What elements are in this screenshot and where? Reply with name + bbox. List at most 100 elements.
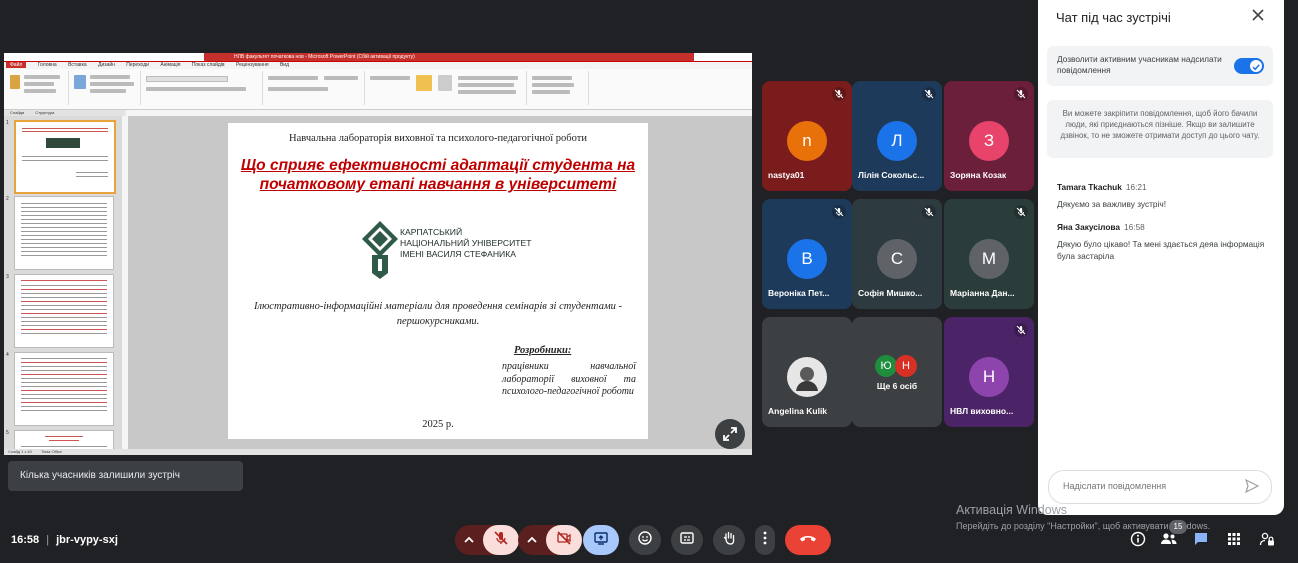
ppt-status-theme: Тема Office (40, 449, 62, 454)
university-name: КАРПАТСЬКИЙ НАЦІОНАЛЬНИЙ УНІВЕРСИТЕТ ІМЕ… (400, 227, 532, 260)
message-text: Дякуємо за важливу зустріч! (1057, 199, 1166, 209)
mic-off-icon (1014, 87, 1028, 101)
ppt-status-slide: Слайд 1 з 40 (8, 449, 32, 454)
avatar: Л (877, 121, 917, 161)
emoji-icon (637, 530, 653, 551)
university-name-line: КАРПАТСЬКИЙ (400, 227, 463, 237)
chat-message-input[interactable] (1061, 480, 1245, 492)
avatar: Ю (875, 355, 897, 377)
ppt-menu-bar: Файл Головна Вставка Дизайн Переходи Ані… (4, 62, 752, 69)
participant-tile[interactable]: М Маріанна Дан... (944, 199, 1034, 309)
ppt-menu-file: Файл (6, 62, 27, 68)
university-logo (360, 219, 400, 281)
participant-name: nastya01 (768, 170, 805, 180)
lock-person-icon (1259, 531, 1275, 552)
participant-tile[interactable]: n nastya01 (762, 81, 852, 191)
avatar (787, 357, 827, 397)
meeting-code: jbr-vypy-sxj (56, 534, 118, 546)
chevron-up-icon[interactable] (524, 532, 540, 548)
university-name-line: ІМЕНІ ВАСИЛЯ СТЕФАНИКА (400, 249, 516, 259)
present-screen-button[interactable] (583, 525, 619, 555)
ppt-menu-item: Анімація (160, 62, 181, 68)
participant-tile[interactable]: Angelina Kulik (762, 317, 852, 427)
more-vert-icon (763, 531, 767, 550)
ppt-slide-thumbnails: 1 2 3 4 5 (4, 116, 122, 454)
meeting-details-button[interactable] (1126, 529, 1150, 553)
participant-name: Angelina Kulik (768, 406, 828, 416)
chat-message: Яна Закусілова 16:58 Дякую було цікаво! Т… (1057, 222, 1267, 262)
mic-off-button[interactable] (483, 525, 519, 555)
windows-activation-title: Активація Windows (956, 503, 1067, 517)
slide-lab-name: Навчальна лабораторія виховної та психол… (289, 133, 587, 144)
present-screen-icon (593, 530, 609, 551)
activities-button[interactable] (1222, 529, 1246, 553)
ppt-menu-item: Дизайн (98, 62, 115, 68)
chat-message: Tamara Tkachuk 16:21 Дякуємо за важливу з… (1057, 182, 1267, 210)
slide-thumbnail (14, 352, 114, 426)
hand-icon (721, 530, 737, 551)
chat-icon (1193, 531, 1209, 552)
allow-messages-setting: Дозволити активним учасникам надсилати п… (1047, 46, 1273, 86)
avatar: С (877, 239, 917, 279)
avatar: n (787, 121, 827, 161)
slide-thumbnail (14, 120, 116, 194)
chat-button[interactable] (1189, 529, 1213, 553)
close-icon[interactable] (1251, 8, 1265, 27)
ppt-menu-item: Вид (279, 62, 289, 68)
reactions-button[interactable] (629, 525, 661, 555)
university-name-line: НАЦІОНАЛЬНИЙ УНІВЕРСИТЕТ (400, 238, 532, 248)
participant-name: Маріанна Дан... (950, 288, 1015, 298)
participant-tile[interactable]: Ю Н Ще 6 осіб (852, 317, 942, 427)
message-text: Дякую було цікаво! Та мені здається деяа… (1057, 239, 1265, 261)
mic-off-icon (922, 87, 936, 101)
chat-input-box (1048, 470, 1272, 504)
slide-description: Ілюстративно-інформаційні матеріали для … (253, 301, 623, 327)
allow-messages-toggle[interactable] (1234, 58, 1264, 74)
ppt-title-bar: НЛВ факультет початкова нов - Microsoft … (4, 53, 752, 62)
ppt-menu-item: Рецензування (235, 62, 269, 68)
participant-tile[interactable]: Л Лілія Сокольс... (852, 81, 942, 191)
slide-thumbnail (14, 274, 114, 348)
participant-name: Лілія Сокольс... (858, 170, 925, 180)
ppt-window-title: НЛВ факультет початкова нов - Microsoft … (234, 54, 415, 60)
participant-tile[interactable]: З Зоряна Козак (944, 81, 1034, 191)
slide-title: Що сприяє ефективності адаптації студент… (228, 156, 648, 194)
avatar: Н (969, 357, 1009, 397)
ppt-menu-item: Головна (37, 62, 57, 68)
message-time: 16:58 (1124, 222, 1145, 232)
camera-off-button[interactable] (546, 525, 582, 555)
ppt-menu-item: Вставка (68, 62, 87, 68)
avatar: З (969, 121, 1009, 161)
participant-tile[interactable]: Н НВЛ виховно... (944, 317, 1034, 427)
participant-name: Зоряна Козак (950, 170, 1007, 180)
participant-name: Вероніка Пет... (768, 288, 830, 298)
mic-off-icon (832, 205, 846, 219)
leave-call-button[interactable] (785, 525, 831, 555)
more-options-button[interactable] (755, 525, 775, 555)
captions-button[interactable] (671, 525, 703, 555)
allow-messages-label: Дозволити активним учасникам надсилати п… (1057, 54, 1222, 75)
raise-hand-button[interactable] (713, 525, 745, 555)
call-end-icon (798, 531, 818, 549)
camera-off-icon (556, 530, 572, 551)
mic-off-icon (493, 530, 509, 551)
participant-tile[interactable]: С Софія Мишко... (852, 199, 942, 309)
avatar: В (787, 239, 827, 279)
slide-title-line: початковому етапі навчання в університет… (259, 176, 617, 193)
notification-text: Кілька учасників залишили зустріч (20, 470, 180, 481)
notification-toast: Кілька учасників залишили зустріч (8, 461, 243, 491)
info-icon (1130, 531, 1146, 552)
developers-text: працівники навчальної лабораторії виховн… (502, 361, 636, 397)
expand-icon[interactable] (715, 419, 745, 449)
ppt-menu-item: Переходи (126, 62, 149, 68)
captions-icon (679, 530, 695, 551)
send-icon[interactable] (1244, 478, 1260, 498)
chevron-up-icon[interactable] (461, 532, 477, 548)
host-controls-button[interactable] (1255, 529, 1279, 553)
participant-tile[interactable]: В Вероніка Пет... (762, 199, 852, 309)
participant-name: Софія Мишко... (858, 288, 923, 298)
slide-year: 2025 р. (422, 419, 454, 430)
ppt-menu-item: Показ слайдів (191, 62, 225, 68)
people-button[interactable]: 15 (1157, 520, 1187, 553)
slide-thumbnail (14, 196, 114, 270)
